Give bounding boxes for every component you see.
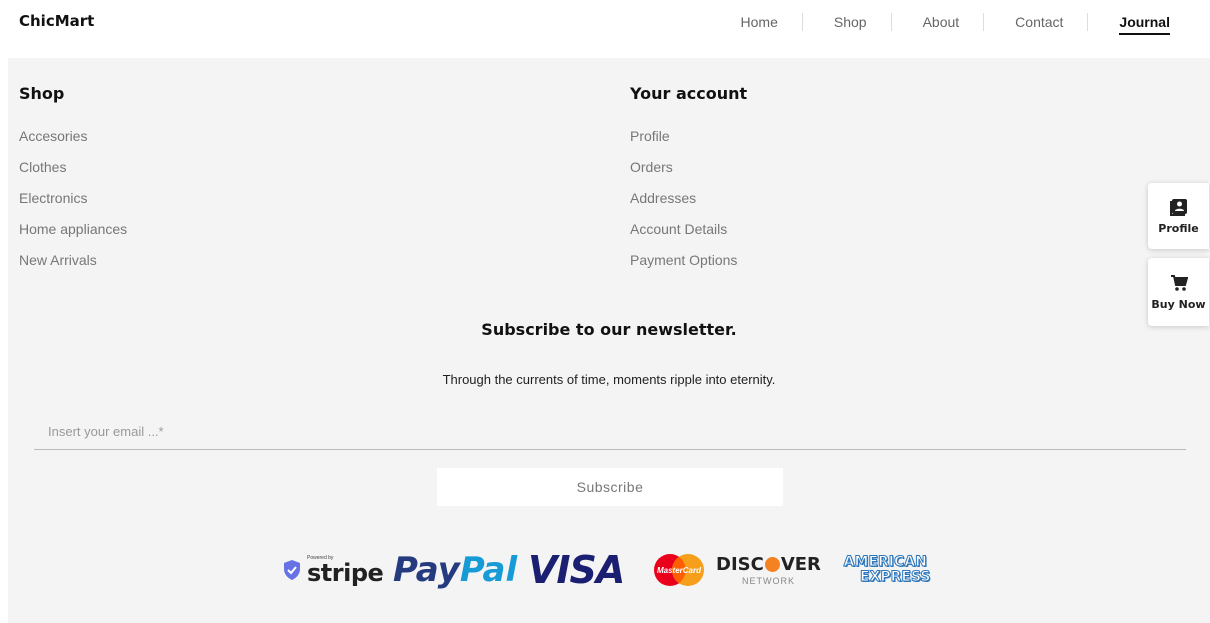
footer-link-clothes[interactable]: Clothes: [19, 158, 127, 189]
shield-check-icon: [284, 560, 300, 580]
site-logo[interactable]: ChicMart: [19, 12, 94, 30]
footer-link-account-details[interactable]: Account Details: [630, 220, 747, 251]
paypal-logo: Pay Pal: [393, 550, 517, 590]
footer-shop-list: Accesories Clothes Electronics Home appl…: [19, 127, 127, 282]
amex-express: EXPRESS: [860, 569, 931, 585]
amex-logo: AMERICAN EXPRESS: [840, 550, 931, 590]
nav-journal-label: Journal: [1119, 14, 1170, 35]
side-buy-now-button[interactable]: Buy Now: [1148, 258, 1209, 326]
discover-orange-dot: [764, 557, 780, 572]
profile-book-icon: [1169, 198, 1187, 216]
footer-link-profile[interactable]: Profile: [630, 127, 747, 158]
discover-disc: DISC: [716, 554, 764, 575]
top-header: ChicMart Home Shop About Contact Journal: [0, 0, 1210, 58]
stripe-word: stripe: [307, 559, 384, 587]
newsletter-title: Subscribe to our newsletter.: [481, 320, 737, 339]
footer-account-column: Your account Profile Orders Addresses Ac…: [630, 84, 747, 282]
site-footer: Shop Accesories Clothes Electronics Home…: [8, 58, 1210, 623]
footer-link-orders[interactable]: Orders: [630, 158, 747, 189]
footer-shop-column: Shop Accesories Clothes Electronics Home…: [19, 84, 127, 282]
footer-link-electronics[interactable]: Electronics: [19, 189, 127, 220]
paypal-pal: Pal: [459, 550, 518, 590]
cart-icon: [1170, 274, 1188, 291]
footer-shop-title: Shop: [19, 84, 65, 103]
newsletter-email-input[interactable]: [34, 414, 1186, 450]
footer-account-list: Profile Orders Addresses Account Details…: [630, 127, 747, 282]
footer-link-accessories[interactable]: Accesories: [19, 127, 127, 158]
side-profile-label: Profile: [1158, 221, 1199, 235]
visa-logo: VISA: [528, 548, 625, 592]
mastercard-icon: MasterCard: [654, 554, 704, 586]
mastercard-text: MasterCard: [657, 566, 702, 575]
footer-account-title: Your account: [630, 84, 748, 103]
discover-logo: DISC VER NETWORK: [716, 550, 821, 590]
mastercard-logo: MasterCard: [648, 550, 710, 590]
nav-contact[interactable]: Contact: [983, 13, 1087, 31]
stripe-text: Powered by stripe: [307, 555, 384, 587]
stripe-logo: Powered by stripe: [283, 550, 384, 590]
footer-link-home-appliances[interactable]: Home appliances: [19, 220, 127, 251]
main-nav: Home Shop About Contact Journal: [727, 0, 1184, 44]
side-profile-button[interactable]: Profile: [1148, 183, 1209, 249]
footer-link-new-arrivals[interactable]: New Arrivals: [19, 251, 127, 282]
nav-home[interactable]: Home: [727, 13, 802, 31]
discover-wordmark: DISC VER: [716, 554, 821, 575]
nav-about[interactable]: About: [890, 13, 984, 31]
footer-link-payment-options[interactable]: Payment Options: [630, 251, 747, 282]
newsletter-subtitle: Through the currents of time, moments ri…: [442, 372, 776, 387]
paypal-pay: Pay: [393, 550, 460, 590]
footer-link-addresses[interactable]: Addresses: [630, 189, 747, 220]
amex-american: AMERICAN: [843, 554, 927, 570]
nav-shop[interactable]: Shop: [801, 13, 891, 31]
nav-journal[interactable]: Journal: [1087, 13, 1184, 35]
side-buy-now-label: Buy Now: [1151, 297, 1206, 311]
subscribe-button[interactable]: Subscribe: [437, 468, 783, 506]
discover-ver: VER: [780, 554, 821, 575]
discover-network: NETWORK: [741, 576, 795, 586]
